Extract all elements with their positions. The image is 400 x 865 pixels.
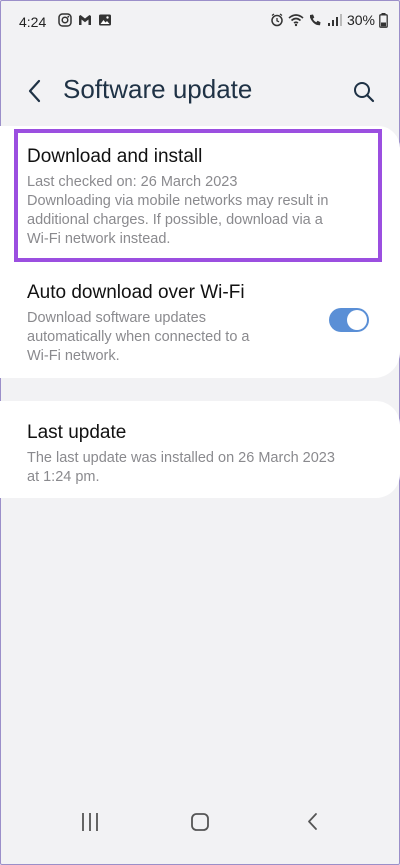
battery-icon xyxy=(379,12,388,28)
nav-back-icon[interactable] xyxy=(293,800,333,840)
wifi-icon xyxy=(288,14,304,27)
auto-download-description: Download software updates automatically … xyxy=(27,310,250,364)
last-update-description: The last update was installed on 26 Marc… xyxy=(27,450,335,485)
alarm-icon xyxy=(271,13,283,27)
page-title: Software update xyxy=(63,74,253,104)
navigation-bar xyxy=(0,800,400,865)
highlight-box xyxy=(14,129,382,262)
home-icon[interactable] xyxy=(180,800,220,840)
status-time: 4:24 xyxy=(19,14,47,30)
auto-download-wifi-item[interactable]: Auto download over Wi-Fi Download softwa… xyxy=(27,281,320,366)
call-icon xyxy=(309,14,321,26)
auto-download-title: Auto download over Wi-Fi xyxy=(27,282,245,303)
search-icon[interactable] xyxy=(352,80,376,104)
gallery-icon xyxy=(99,14,111,26)
signal-icon xyxy=(327,14,342,26)
auto-download-toggle[interactable] xyxy=(329,308,369,332)
battery-percent: 30% xyxy=(346,12,375,28)
toggle-knob xyxy=(347,310,367,330)
last-update-card[interactable]: Last update The last update was installe… xyxy=(0,401,400,498)
status-bar: 4:24 30% xyxy=(0,0,400,44)
last-update-title: Last update xyxy=(27,422,127,443)
last-update-item: Last update The last update was installe… xyxy=(27,421,380,487)
gmail-icon xyxy=(79,15,91,25)
instagram-icon xyxy=(58,13,72,27)
back-chevron-icon[interactable] xyxy=(24,78,48,104)
recents-icon[interactable] xyxy=(70,800,110,840)
